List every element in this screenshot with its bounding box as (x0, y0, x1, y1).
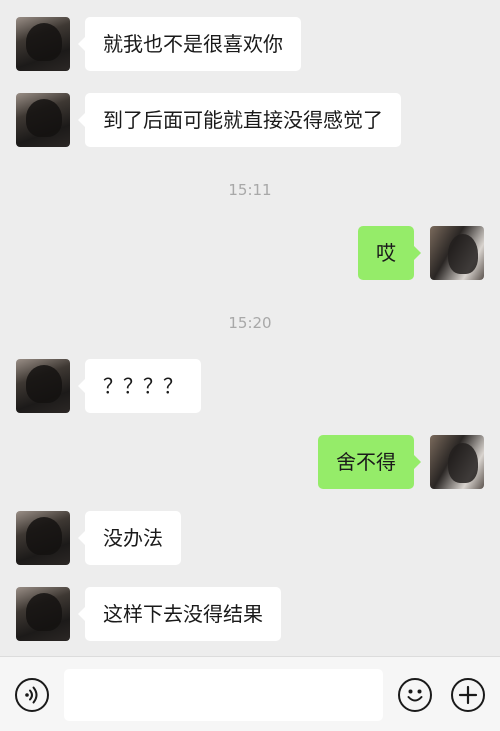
message-bubble-received[interactable]: 到了后面可能就直接没得感觉了 (78, 93, 401, 147)
message-bubble-received[interactable]: 这样下去没得结果 (78, 587, 281, 641)
avatar-silhouette (26, 365, 62, 403)
timestamp: 15:11 (228, 181, 272, 199)
message-input[interactable] (64, 669, 383, 721)
contact-avatar[interactable] (16, 17, 70, 71)
contact-avatar[interactable] (16, 359, 70, 413)
contact-avatar[interactable] (16, 511, 70, 565)
voice-icon[interactable] (15, 678, 49, 712)
message-bubble-received[interactable]: 没办法 (78, 511, 181, 565)
input-bar (0, 656, 500, 731)
avatar-silhouette (448, 234, 478, 274)
timestamp: 15:20 (228, 314, 272, 332)
message-bubble-sent[interactable]: 舍不得 (318, 435, 421, 489)
contact-avatar[interactable] (16, 93, 70, 147)
plus-icon-glyph (458, 685, 478, 705)
message-bubble-received[interactable]: 就我也不是很喜欢你 (78, 17, 301, 71)
avatar-silhouette (26, 593, 62, 631)
voice-icon-glyph (25, 686, 38, 704)
my-avatar[interactable] (430, 435, 484, 489)
avatar-silhouette (26, 517, 62, 555)
avatar-silhouette (448, 443, 478, 483)
chat-area[interactable]: 就我也不是很喜欢你 到了后面可能就直接没得感觉了 15:11 哎 15:20 ？… (0, 0, 500, 656)
plus-icon[interactable] (451, 678, 485, 712)
avatar-silhouette (26, 23, 62, 61)
contact-avatar[interactable] (16, 587, 70, 641)
avatar-silhouette (26, 99, 62, 137)
my-avatar[interactable] (430, 226, 484, 280)
emoji-icon-glyph (407, 689, 423, 702)
message-bubble-sent[interactable]: 哎 (358, 226, 421, 280)
emoji-icon[interactable] (398, 678, 432, 712)
message-bubble-received[interactable]: ？？？？ (78, 359, 201, 413)
